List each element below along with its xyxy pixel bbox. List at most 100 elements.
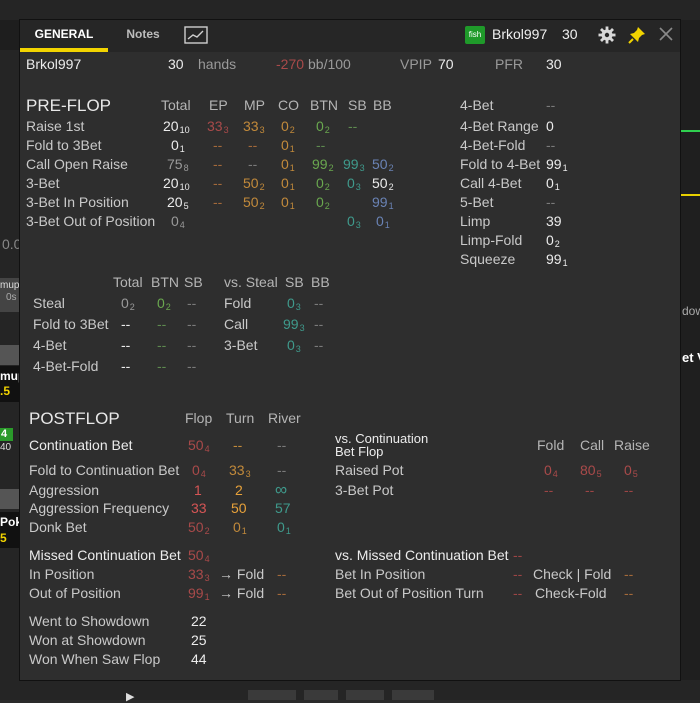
- stat-cell[interactable]: 04: [171, 213, 185, 230]
- stat-cell[interactable]: --: [585, 482, 594, 498]
- stat-cell[interactable]: --: [187, 358, 196, 374]
- stat-cell[interactable]: 1: [194, 482, 202, 498]
- stat-cell[interactable]: 03: [347, 213, 361, 230]
- stat-cell[interactable]: 03: [347, 175, 361, 192]
- stat-cell[interactable]: 502: [188, 519, 210, 536]
- stat-cell[interactable]: 25: [191, 632, 207, 648]
- stat-cell[interactable]: 50: [231, 500, 247, 516]
- stat-cell[interactable]: 39: [546, 213, 562, 229]
- stat-cell[interactable]: 03: [287, 295, 301, 312]
- stat-cell[interactable]: --: [213, 137, 222, 153]
- tab-notes[interactable]: Notes: [112, 20, 174, 52]
- stat-cell[interactable]: 993: [283, 316, 305, 333]
- stat-cell[interactable]: --: [316, 137, 325, 153]
- stat-cell[interactable]: --: [187, 295, 196, 311]
- stat-cell[interactable]: 333: [229, 462, 251, 479]
- stat-cell[interactable]: 205: [167, 194, 189, 211]
- stat-cell[interactable]: 02: [316, 175, 330, 192]
- stat-cell[interactable]: --: [187, 316, 196, 332]
- stat-cell[interactable]: --: [248, 156, 257, 172]
- stat-cell[interactable]: 03: [287, 337, 301, 354]
- stat-cell[interactable]: --: [187, 337, 196, 353]
- stat-cell[interactable]: 502: [243, 175, 265, 192]
- close-icon[interactable]: [658, 26, 674, 42]
- stat-cell[interactable]: --: [277, 566, 286, 582]
- stat-cell[interactable]: 504: [188, 547, 210, 564]
- stat-cell[interactable]: 33: [191, 500, 207, 516]
- stat-cell[interactable]: 02: [316, 194, 330, 211]
- stat-cell[interactable]: 0: [546, 118, 554, 134]
- stat-cell[interactable]: --: [314, 295, 323, 311]
- stat-cell[interactable]: --: [121, 337, 130, 353]
- stat-cell[interactable]: --: [157, 337, 166, 353]
- graph-icon[interactable]: [184, 26, 208, 44]
- stat-cell[interactable]: --: [121, 358, 130, 374]
- stat-cell[interactable]: 2010: [163, 118, 190, 135]
- stat-cell[interactable]: --: [248, 137, 257, 153]
- stat-cell[interactable]: --: [213, 156, 222, 172]
- stat-cell[interactable]: 805: [580, 462, 602, 479]
- stat-cell[interactable]: 57: [275, 500, 291, 516]
- stat-cell[interactable]: --: [157, 316, 166, 332]
- stat-cell[interactable]: --: [157, 358, 166, 374]
- stat-cell[interactable]: 01: [171, 137, 185, 154]
- stat-cell[interactable]: 02: [281, 118, 295, 135]
- stat-cell[interactable]: 02: [157, 295, 171, 312]
- stat-cell[interactable]: 01: [546, 175, 560, 192]
- stat-cell[interactable]: --: [513, 566, 522, 582]
- stat-cell[interactable]: --: [314, 337, 323, 353]
- stat-cell[interactable]: --: [213, 175, 222, 191]
- stat-cell[interactable]: 04: [192, 462, 206, 479]
- stat-cell[interactable]: 44: [191, 651, 207, 667]
- stat-cell[interactable]: 991: [188, 585, 210, 602]
- stat-cell[interactable]: --: [624, 566, 633, 582]
- stat-cell[interactable]: --: [277, 437, 286, 453]
- stat-cell[interactable]: --: [277, 585, 286, 601]
- stat-cell[interactable]: --: [277, 462, 286, 478]
- stat-cell[interactable]: 333: [207, 118, 229, 135]
- stat-cell[interactable]: --: [348, 118, 357, 134]
- stat-cell[interactable]: 991: [546, 251, 568, 268]
- stat-cell[interactable]: 991: [372, 194, 394, 211]
- stat-cell[interactable]: 02: [546, 232, 560, 249]
- stat-cell[interactable]: 04: [544, 462, 558, 479]
- stat-cell[interactable]: 333: [243, 118, 265, 135]
- stat-cell[interactable]: 01: [281, 156, 295, 173]
- stat-cell[interactable]: 991: [546, 156, 568, 173]
- stat-cell[interactable]: 758: [167, 156, 189, 173]
- stat-cell[interactable]: 333: [188, 566, 210, 583]
- stat-cell[interactable]: --: [546, 137, 555, 153]
- stat-cell[interactable]: 01: [376, 213, 390, 230]
- stat-cell[interactable]: --: [546, 97, 555, 113]
- stat-cell[interactable]: ∞: [275, 480, 287, 500]
- pin-icon[interactable]: [628, 26, 646, 44]
- stat-cell[interactable]: 502: [372, 156, 394, 173]
- stat-cell[interactable]: --: [513, 547, 522, 563]
- stat-cell[interactable]: 01: [277, 519, 291, 536]
- stat-cell[interactable]: 01: [281, 194, 295, 211]
- stat-cell[interactable]: --: [624, 585, 633, 601]
- stat-cell[interactable]: --: [213, 194, 222, 210]
- stat-cell[interactable]: 02: [121, 295, 135, 312]
- tab-general[interactable]: GENERAL: [20, 20, 108, 52]
- stat-cell[interactable]: 502: [372, 175, 394, 192]
- gear-icon[interactable]: [598, 26, 616, 44]
- stat-cell[interactable]: 01: [233, 519, 247, 536]
- stat-cell[interactable]: --: [546, 194, 555, 210]
- stat-cell[interactable]: --: [513, 585, 522, 601]
- stat-cell[interactable]: 502: [243, 194, 265, 211]
- stat-cell[interactable]: 2: [235, 482, 243, 498]
- stat-cell[interactable]: 2010: [163, 175, 190, 192]
- stat-cell[interactable]: 02: [316, 118, 330, 135]
- stat-cell[interactable]: 01: [281, 175, 295, 192]
- stat-cell[interactable]: --: [624, 482, 633, 498]
- stat-cell[interactable]: 993: [343, 156, 365, 173]
- stat-cell[interactable]: --: [314, 316, 323, 332]
- stat-cell[interactable]: --: [544, 482, 553, 498]
- stat-cell[interactable]: --: [233, 437, 242, 453]
- stat-cell[interactable]: 01: [281, 137, 295, 154]
- stat-cell[interactable]: 504: [188, 437, 210, 454]
- stat-cell[interactable]: 992: [312, 156, 334, 173]
- stat-cell[interactable]: --: [121, 316, 130, 332]
- stat-cell[interactable]: 05: [624, 462, 638, 479]
